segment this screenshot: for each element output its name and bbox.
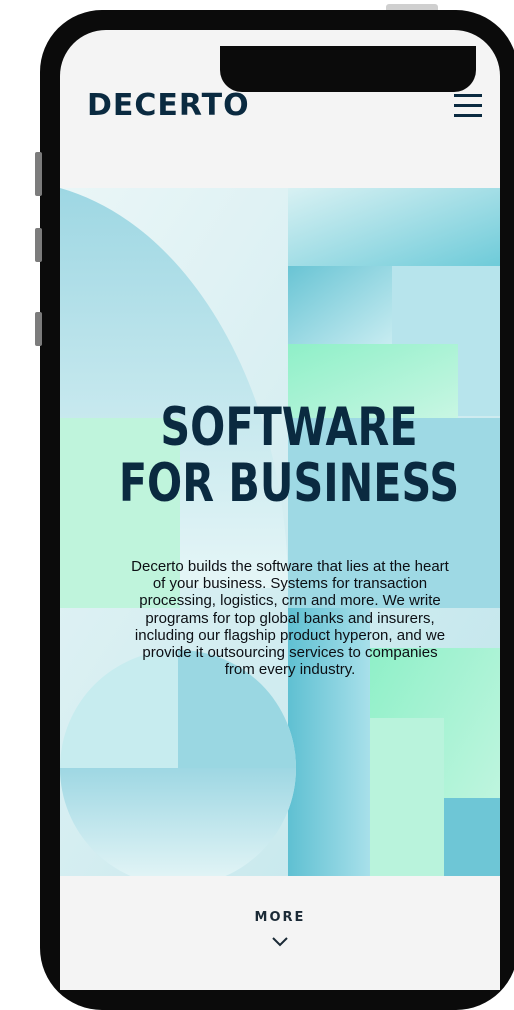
hero-background-art bbox=[60, 188, 500, 876]
hero-title-line: SOFTWARE bbox=[160, 397, 418, 458]
description-line: from every industry. bbox=[224, 661, 356, 679]
hero-description: Decerto builds the software that lies at… bbox=[92, 558, 488, 678]
more-link[interactable]: MORE bbox=[60, 910, 500, 925]
logo[interactable]: DECERTO bbox=[87, 88, 250, 123]
phone-side-button bbox=[35, 228, 42, 262]
hamburger-menu-icon[interactable] bbox=[454, 94, 482, 118]
description-line: Decerto builds the software that lies at… bbox=[131, 558, 449, 575]
hero-title-line: FOR BUSINESS bbox=[118, 453, 460, 514]
description-line: including our flagship product hyperon, … bbox=[134, 626, 446, 644]
phone-notch bbox=[220, 46, 476, 92]
chevron-down-icon[interactable] bbox=[259, 932, 301, 952]
phone-screen: DECERTO SOFTWARE FOR BUSINESS Decerto bu… bbox=[60, 30, 500, 990]
description-line: of your business. Systems for transactio… bbox=[152, 575, 428, 593]
phone-side-button bbox=[35, 312, 42, 346]
phone-side-button bbox=[35, 152, 42, 196]
description-line: provide it outsourcing services to compa… bbox=[142, 644, 438, 662]
description-line: processing, logistics, crm and more. We … bbox=[139, 592, 441, 610]
description-line: programs for top global banks and insure… bbox=[145, 609, 435, 627]
hero-title: SOFTWARE FOR BUSINESS bbox=[110, 400, 467, 512]
more-section: MORE bbox=[60, 876, 500, 990]
hero-section: SOFTWARE FOR BUSINESS Decerto builds the… bbox=[60, 188, 500, 876]
